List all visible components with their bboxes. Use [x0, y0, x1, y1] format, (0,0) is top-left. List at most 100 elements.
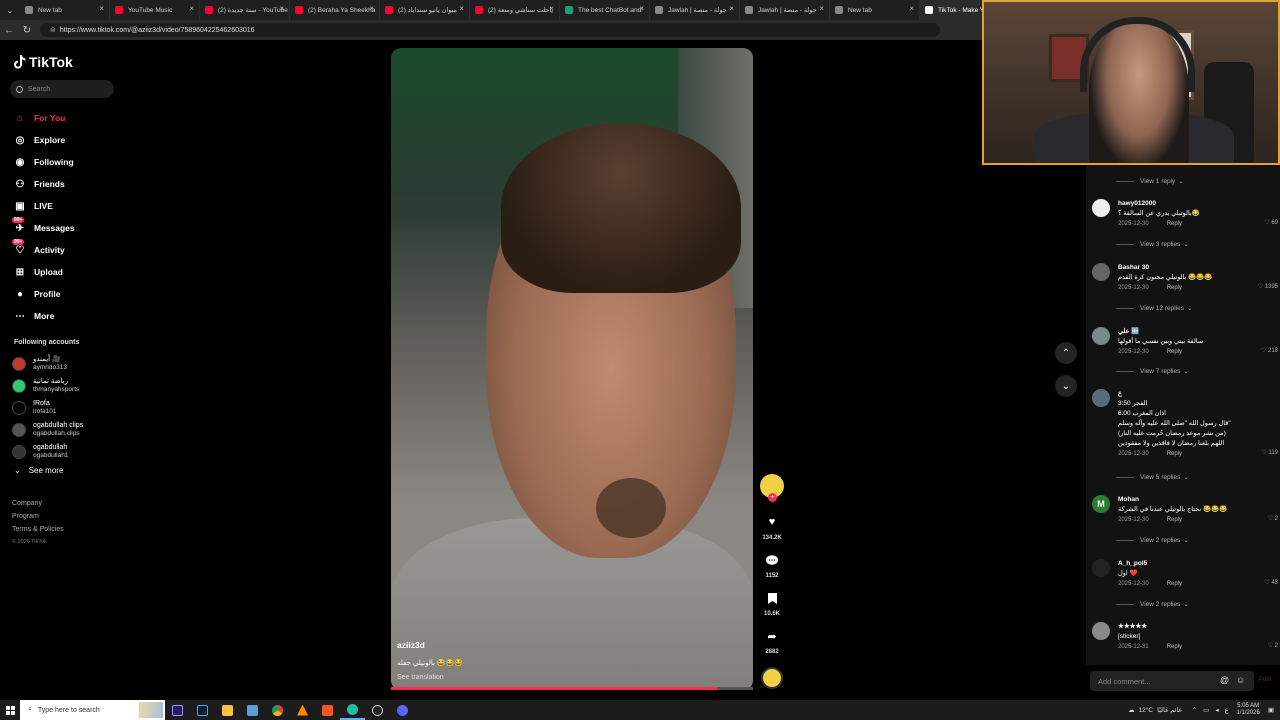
chrome-icon[interactable] — [265, 700, 290, 720]
comment-like-button[interactable]: ♡ 1395 — [1258, 283, 1278, 290]
nav-item-activity[interactable]: ♡ 99+ Activity — [12, 239, 124, 261]
tab-close-icon[interactable]: × — [549, 4, 554, 13]
video-username[interactable]: aziiz3d — [397, 640, 737, 654]
tray-up-icon[interactable]: ⌃ — [1192, 706, 1197, 714]
vlc-icon[interactable] — [290, 700, 315, 720]
comment-like-button[interactable]: ♡ 119 — [1261, 449, 1278, 456]
nav-item-messages[interactable]: ✈ 99+ Messages — [12, 217, 124, 239]
browser-tab[interactable]: Jawlah | جولة - منصة × — [650, 0, 740, 20]
previous-video-button[interactable]: ⌃ — [1055, 342, 1077, 364]
comment-like-button[interactable]: ♡ 48 — [1264, 579, 1278, 586]
notifications-icon[interactable]: ▣ — [1268, 706, 1274, 714]
tab-close-icon[interactable]: × — [819, 4, 824, 13]
nav-item-following[interactable]: ◉ Following — [14, 151, 124, 173]
comment-author[interactable]: Bashar 30 — [1118, 263, 1278, 273]
comment-author[interactable]: علي 🔤 — [1118, 327, 1278, 337]
music-disc-icon[interactable] — [761, 667, 783, 689]
reload-icon[interactable]: ↻ — [18, 25, 36, 36]
volume-icon[interactable]: ◂ — [1215, 706, 1218, 714]
view-replies-button[interactable]: View 12 replies ⌄ — [1116, 304, 1192, 312]
discord-icon[interactable] — [390, 700, 415, 720]
file-explorer-icon[interactable] — [215, 700, 240, 720]
footer-link-program[interactable]: Program — [12, 513, 64, 526]
comment-author[interactable]: hawy012000 — [1118, 199, 1278, 209]
reply-button[interactable]: Reply — [1167, 349, 1182, 355]
browser-tab[interactable]: The best ChatBot and × — [560, 0, 650, 20]
taskbar-search-input[interactable]: ⌕ Type here to search — [20, 700, 165, 720]
reply-button[interactable]: Reply — [1167, 644, 1182, 650]
follow-plus-icon[interactable]: + — [768, 493, 777, 502]
weather-temp[interactable]: 12°C — [1139, 707, 1154, 714]
avatar[interactable]: M — [1092, 495, 1110, 513]
back-icon[interactable]: ← — [0, 25, 18, 36]
nav-item-for-you[interactable]: ⌂ For You — [14, 107, 124, 129]
reply-button[interactable]: Reply — [1167, 285, 1182, 291]
view-replies-button[interactable]: View 5 replies ⌄ — [1116, 473, 1189, 481]
emoji-icon[interactable]: ☺ — [1236, 675, 1245, 685]
browser-tab[interactable]: New tab × — [830, 0, 920, 20]
browser-tab[interactable]: YouTube Music × — [110, 0, 200, 20]
comment-author[interactable]: ★★★★★ — [1118, 622, 1278, 632]
see-translation-link[interactable]: See translation — [397, 674, 737, 681]
like-icon[interactable]: ♥ — [762, 512, 782, 532]
browser-tab[interactable]: (2) سنة جديدة - YouTube × — [200, 0, 290, 20]
following-account[interactable]: ogabdullah clips ogabdullah.clips — [12, 419, 124, 441]
bookmark-icon[interactable] — [762, 588, 782, 608]
comment-like-button[interactable]: ♡ 2 — [1268, 515, 1278, 522]
app-icon[interactable] — [240, 700, 265, 720]
obs-icon[interactable] — [365, 700, 390, 720]
reply-button[interactable]: Reply — [1167, 581, 1182, 587]
nav-item-explore[interactable]: ◎ Explore — [14, 129, 124, 151]
add-comment-input[interactable]: Add comment... @ ☺ — [1090, 671, 1254, 691]
see-more-button[interactable]: ⌄ See more — [14, 466, 63, 475]
browser-tab[interactable]: (2) Beraha Ya Sheekha × — [290, 0, 380, 20]
following-account[interactable]: ogabdullah ogabdullah1 — [12, 441, 124, 463]
browser-tab[interactable]: (2) ياحلت سناشي ومتعة × — [470, 0, 560, 20]
clock[interactable]: 5:05 AM 1/1/2026 — [1236, 703, 1259, 717]
avatar[interactable] — [1092, 327, 1110, 345]
mention-icon[interactable]: @ — [1220, 675, 1229, 685]
comment-like-button[interactable]: ♡ 218 — [1261, 347, 1278, 354]
avatar[interactable] — [1092, 559, 1110, 577]
next-video-button[interactable]: ⌄ — [1055, 375, 1077, 397]
tiktok-logo[interactable]: TikTok — [14, 54, 73, 70]
browser-tab[interactable]: New tab × — [20, 0, 110, 20]
search-input[interactable]: Search — [10, 80, 114, 98]
video-progress-bar[interactable] — [391, 687, 753, 690]
tab-close-icon[interactable]: × — [279, 4, 284, 13]
avatar[interactable] — [1092, 389, 1110, 407]
avatar[interactable] — [1092, 622, 1110, 640]
photoshop-icon[interactable] — [190, 700, 215, 720]
comment-author[interactable]: ع — [1118, 389, 1278, 399]
reply-button[interactable]: Reply — [1167, 221, 1182, 227]
browser-tab[interactable]: (2) ميوان يانيو سنداباد × — [380, 0, 470, 20]
nav-item-upload[interactable]: ⊞ Upload — [14, 261, 124, 283]
creator-avatar[interactable]: + — [760, 474, 784, 502]
site-info-icon[interactable]: ⊜ — [50, 26, 56, 34]
premiere-icon[interactable] — [165, 700, 190, 720]
comment-author[interactable]: A_h_pol5 — [1118, 559, 1278, 569]
network-icon[interactable]: ▭ — [1203, 706, 1209, 714]
view-replies-button[interactable]: View 7 replies ⌄ — [1116, 367, 1189, 375]
comment-like-button[interactable]: ♡ 2 — [1268, 642, 1278, 649]
following-account[interactable]: أيمندو 🎥 aymndo313 — [12, 353, 124, 375]
tab-close-icon[interactable]: × — [459, 4, 464, 13]
tab-close-icon[interactable]: × — [909, 4, 914, 13]
tab-close-icon[interactable]: × — [99, 4, 104, 13]
avatar[interactable] — [1092, 199, 1110, 217]
language-indicator[interactable]: ع — [1225, 706, 1229, 714]
view-replies-button[interactable]: View 2 replies ⌄ — [1116, 600, 1189, 608]
following-account[interactable]: IRofa irofa101 — [12, 397, 124, 419]
comment-author[interactable]: Mohan — [1118, 495, 1278, 505]
view-replies-button[interactable]: View 3 replies ⌄ — [1116, 240, 1189, 248]
avatar[interactable] — [1092, 263, 1110, 281]
nav-item-friends[interactable]: ⚇ Friends — [14, 173, 124, 195]
tab-close-icon[interactable]: × — [369, 4, 374, 13]
comment-icon[interactable] — [762, 550, 782, 570]
following-account[interactable]: رياضة ثمانية thmanyahsports — [12, 375, 124, 397]
windows-start-icon[interactable] — [0, 700, 20, 720]
post-button[interactable]: Post — [1259, 677, 1271, 683]
browser-tab[interactable]: Jawlah | جولة - منصة × — [740, 0, 830, 20]
tab-close-icon[interactable]: × — [639, 4, 644, 13]
share-icon[interactable]: ➦ — [762, 626, 782, 646]
